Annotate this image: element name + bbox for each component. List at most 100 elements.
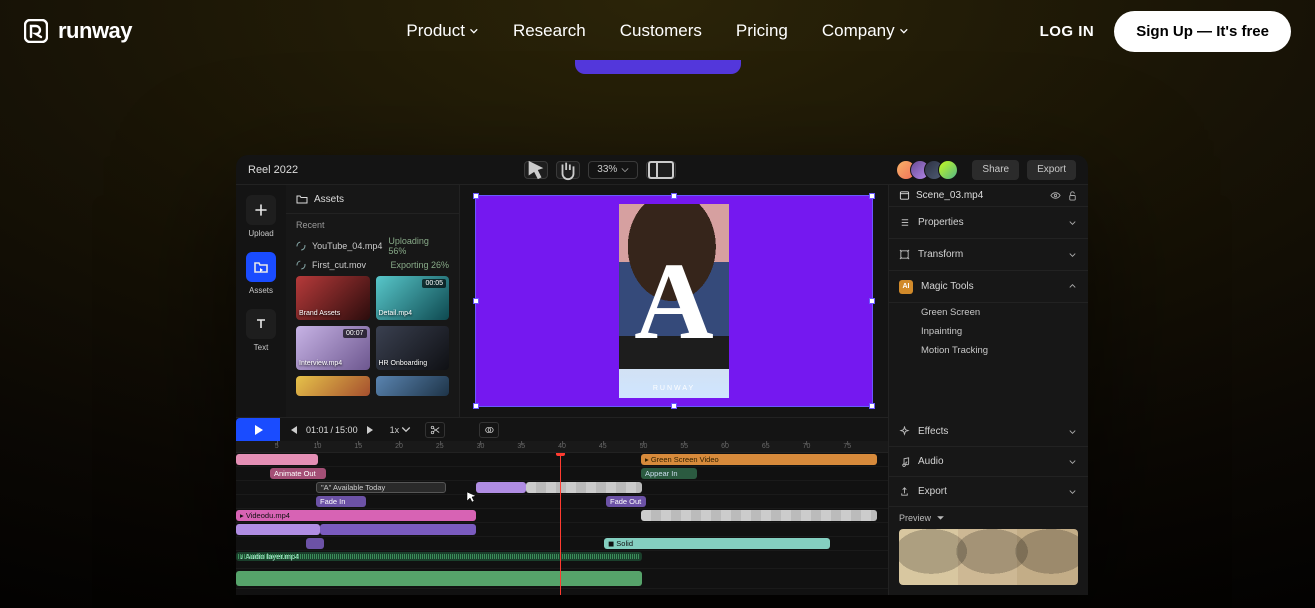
text-icon	[253, 316, 269, 332]
site-nav: runway Product Research Customers Pricin…	[0, 0, 1315, 62]
magic-inpainting[interactable]: Inpainting	[921, 326, 1078, 337]
next-frame-icon[interactable]	[366, 425, 376, 435]
resize-handle[interactable]	[869, 193, 875, 199]
split-clip-button[interactable]	[425, 422, 445, 438]
clip[interactable]: Fade In	[316, 496, 366, 507]
playhead[interactable]	[560, 453, 561, 595]
layout-icon	[647, 160, 675, 180]
zoom-select[interactable]: 33%	[588, 161, 638, 179]
inspector-properties[interactable]: Properties	[889, 207, 1088, 239]
chevron-up-icon	[1067, 281, 1078, 292]
hand-tool-button[interactable]	[556, 161, 580, 179]
asset-thumb[interactable]	[376, 376, 450, 396]
nav-research[interactable]: Research	[513, 21, 586, 41]
resize-handle[interactable]	[869, 298, 875, 304]
speed-select[interactable]: 1x	[390, 425, 412, 435]
inspector-transform[interactable]: Transform	[889, 239, 1088, 271]
preview-thumbnail	[899, 529, 1078, 585]
inspector-effects[interactable]: Effects	[889, 417, 1088, 447]
mask-button[interactable]	[479, 422, 499, 438]
resize-handle[interactable]	[671, 193, 677, 199]
preview-label[interactable]: Preview	[889, 507, 1088, 529]
canvas[interactable]: A RUNWAY	[475, 195, 873, 407]
resize-handle[interactable]	[473, 298, 479, 304]
ai-badge: AI	[899, 280, 913, 294]
clip[interactable]	[306, 538, 324, 549]
share-button[interactable]: Share	[972, 160, 1019, 180]
asset-thumb[interactable]: HR Onboarding	[376, 326, 450, 370]
clip[interactable]: Appear In	[641, 468, 697, 479]
eye-icon[interactable]	[1050, 190, 1061, 201]
resize-handle[interactable]	[671, 403, 677, 409]
magic-motion-tracking[interactable]: Motion Tracking	[921, 345, 1078, 356]
chevron-down-icon	[899, 26, 909, 36]
audio-clip[interactable]	[236, 571, 642, 586]
clip[interactable]	[526, 482, 642, 493]
clip[interactable]	[641, 510, 877, 521]
ruler-tick: 5	[275, 441, 279, 453]
chevron-down-icon	[1067, 217, 1078, 228]
transform-icon	[899, 249, 910, 260]
export-button[interactable]: Export	[1027, 160, 1076, 180]
left-rail: Upload Assets Text	[236, 185, 286, 417]
brand-logo[interactable]: runway	[24, 18, 132, 44]
clip[interactable]: ◼ Solid	[604, 538, 830, 549]
inspector-audio[interactable]: Audio	[889, 447, 1088, 477]
clip[interactable]	[236, 524, 320, 535]
clip[interactable]	[236, 454, 318, 465]
clip[interactable]: Animate Out	[270, 468, 326, 479]
cursor-icon	[525, 159, 547, 181]
ruler-tick: 35	[517, 441, 525, 453]
prev-frame-icon[interactable]	[288, 425, 298, 435]
chevron-down-icon	[1067, 486, 1078, 497]
clip[interactable]	[320, 524, 476, 535]
asset-thumb[interactable]	[296, 376, 370, 396]
lock-open-icon[interactable]	[1067, 190, 1078, 201]
ruler-tick: 60	[721, 441, 729, 453]
ruler-tick: 55	[680, 441, 688, 453]
magic-green-screen[interactable]: Green Screen	[921, 307, 1078, 318]
hero-cta-peek[interactable]	[575, 60, 741, 74]
project-title: Reel 2022	[248, 164, 298, 176]
layout-toggle-button[interactable]	[646, 161, 676, 179]
rail-upload[interactable]: Upload	[246, 195, 276, 238]
resize-handle[interactable]	[473, 193, 479, 199]
collaborator-avatars[interactable]	[902, 160, 958, 180]
play-button[interactable]	[236, 418, 280, 442]
clip[interactable]: ▸ Green Screen Video	[641, 454, 877, 465]
list-icon	[899, 217, 910, 228]
runway-mark-icon	[24, 19, 48, 43]
cursor-tool-button[interactable]	[524, 161, 548, 179]
chevron-down-icon	[1067, 249, 1078, 260]
clip[interactable]	[476, 482, 526, 493]
chevron-down-icon	[1067, 456, 1078, 467]
brand-wordmark: runway	[58, 18, 132, 44]
login-link[interactable]: LOG IN	[1040, 23, 1095, 40]
asset-thumb[interactable]: 00:07Interview.mp4	[296, 326, 370, 370]
folder-play-icon	[253, 259, 269, 275]
editor-topbar: Reel 2022 33% Share Export	[236, 155, 1088, 185]
asset-thumb[interactable]: 00:05Detail.mp4	[376, 276, 450, 320]
nav-product[interactable]: Product	[406, 21, 479, 41]
signup-button[interactable]: Sign Up — It's free	[1114, 11, 1291, 52]
asset-row[interactable]: First_cut.mov Exporting 26%	[296, 260, 449, 270]
ruler-tick: 20	[395, 441, 403, 453]
inspector-filename: Scene_03.mp4	[916, 190, 983, 201]
nav-company[interactable]: Company	[822, 21, 909, 41]
inspector-export[interactable]: Export	[889, 477, 1088, 507]
clip-text[interactable]: "A" Available Today	[316, 482, 446, 493]
inspector-magic-tools[interactable]: AI Magic Tools	[889, 271, 1088, 303]
ruler-tick: 25	[436, 441, 444, 453]
rail-assets[interactable]: Assets	[246, 252, 276, 295]
asset-row[interactable]: YouTube_04.mp4 Uploading 56%	[296, 236, 449, 256]
nav-pricing[interactable]: Pricing	[736, 21, 788, 41]
clip[interactable]: Fade Out	[606, 496, 646, 507]
nav-customers[interactable]: Customers	[620, 21, 702, 41]
asset-thumb[interactable]: Brand Assets	[296, 276, 370, 320]
play-icon	[252, 424, 264, 436]
resize-handle[interactable]	[869, 403, 875, 409]
rail-text[interactable]: Text	[246, 309, 276, 352]
clip[interactable]: ▸ Videodu.mp4	[236, 510, 476, 521]
audio-clip[interactable]: ♪ Audio layer.mp4	[236, 552, 642, 561]
resize-handle[interactable]	[473, 403, 479, 409]
